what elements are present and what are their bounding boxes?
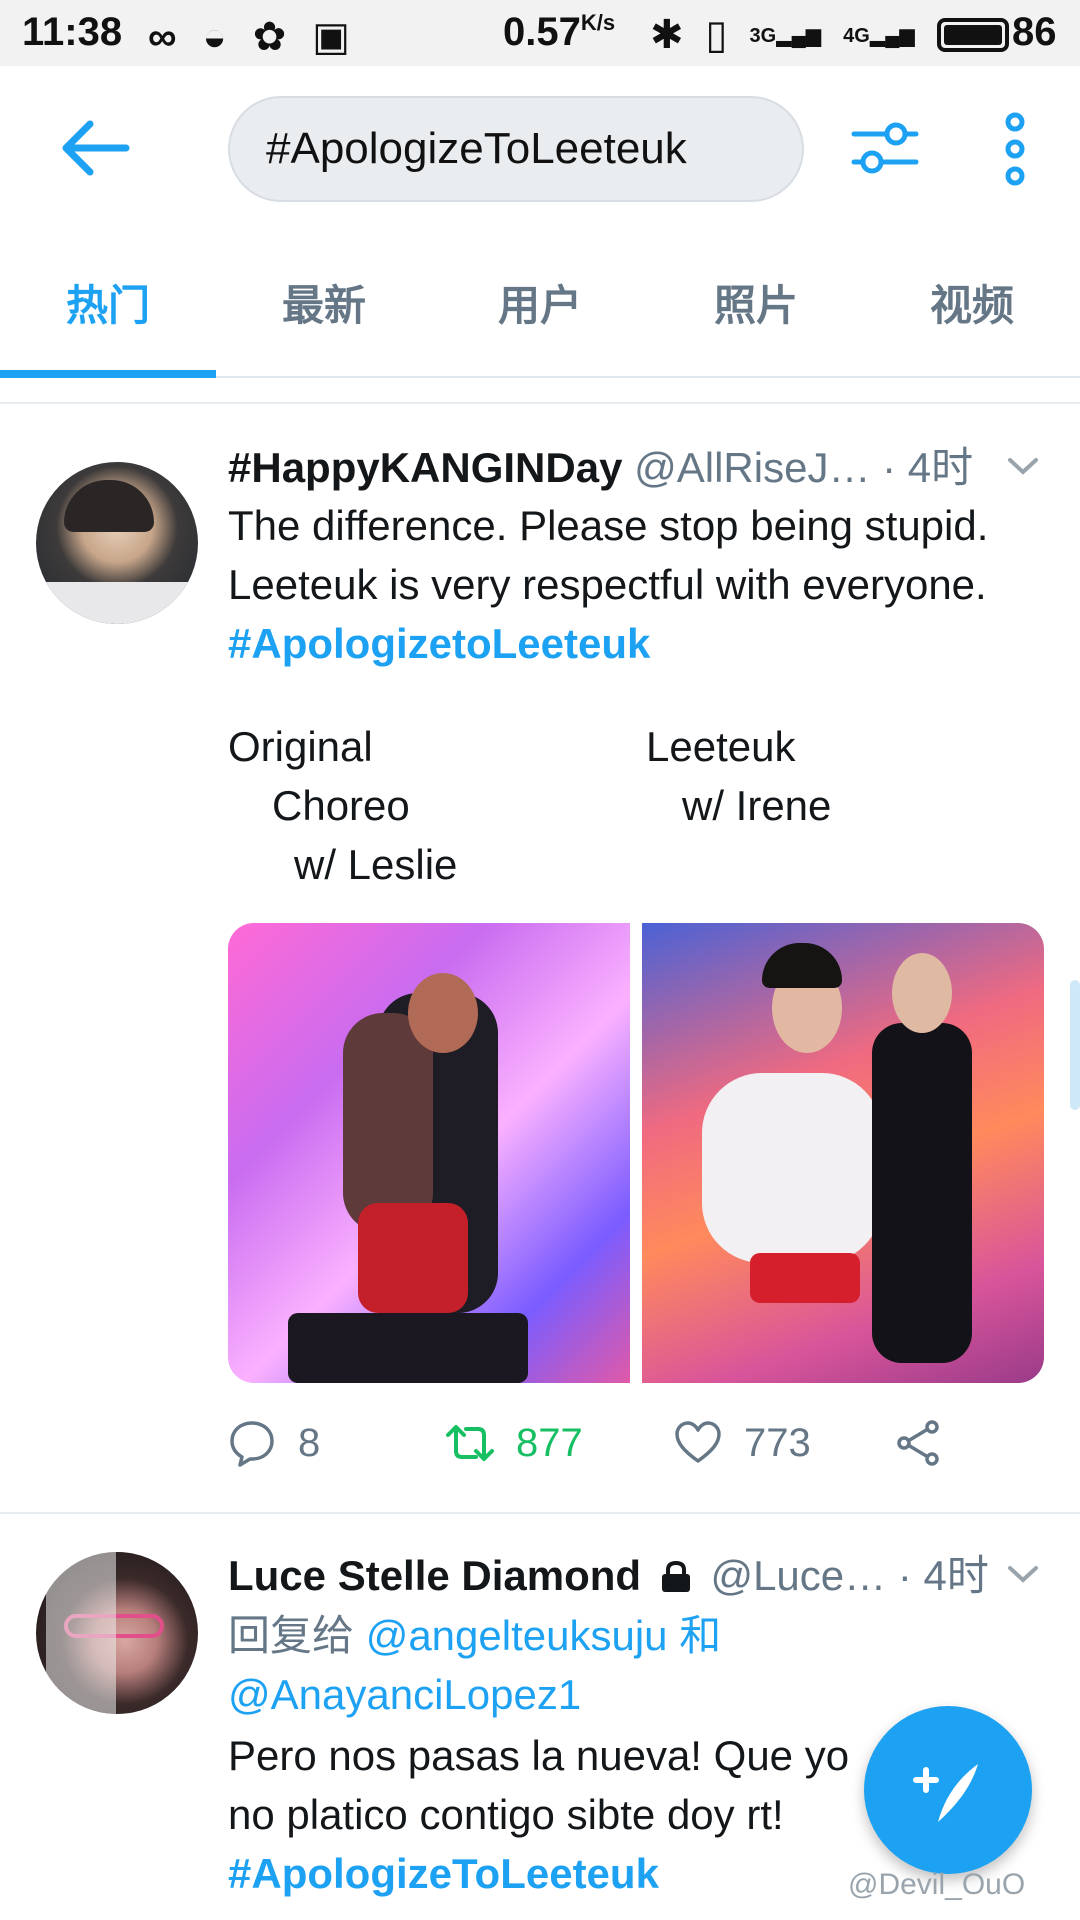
infinity-icon: ∞ [148,14,177,59]
reply-context: 回复给 @angelteuksuju 和 [228,1606,1048,1665]
lock-icon [659,1552,693,1592]
tab-latest[interactable]: 最新 [216,236,432,376]
tab-photos[interactable]: 照片 [648,236,864,376]
caption-text: Choreo [272,782,410,829]
divider [0,1512,1080,1514]
share-icon [897,1420,939,1466]
chevron-down-icon[interactable] [1006,454,1040,478]
tweet-caption: Original Choreo w/ Leslie Leeteuk w/ Ire… [228,717,1048,957]
reply-prefix: 回复给 [228,1612,355,1659]
signal-3g-icon: 3G▂▄▆ [749,24,822,47]
compose-tweet-button[interactable] [864,1706,1032,1874]
like-count: 773 [744,1420,811,1465]
tweet-author-handle: @Luce… [710,1552,887,1599]
face-icon: ◒ [202,14,227,59]
tab-people[interactable]: 用户 [432,236,648,376]
tweet-header: Luce Stelle Diamond @Luce… · 4时 [228,1548,1048,1604]
network-speed: 0.57K/s [503,10,616,54]
caption-text: Original [228,723,373,770]
tweet-author-name[interactable]: Luce Stelle Diamond [228,1552,641,1599]
tweet-time: · 4时 [882,444,974,491]
notification-icons: ∞ ◒ ✿ ▣ [148,14,350,60]
avatar[interactable] [36,462,198,624]
battery-icon [936,18,1009,52]
reply-count: 8 [298,1420,321,1465]
system-icons: ✱ ▯ 3G▂▄▆ 4G▂▄▆ [650,12,1009,58]
signal-4g-icon: 4G▂▄▆ [843,24,915,47]
tweet-text-line: Leeteuk is very respectful with everyone… [228,561,987,608]
caption-text: w/ Irene [682,782,832,829]
tweet-author-name[interactable]: #HappyKANGINDay [228,444,622,491]
tab-top[interactable]: 热门 [0,236,216,378]
like-button[interactable]: 773 [674,1419,811,1467]
chevron-down-icon[interactable] [1006,1562,1040,1586]
status-bar: 11:38 ∞ ◒ ✿ ▣ 0.57K/s ✱ ▯ 3G▂▄▆ 4G▂▄▆ 86 [0,0,1080,66]
battery-percent: 86 [1012,10,1057,54]
retweet-count: 877 [516,1420,583,1465]
avatar[interactable] [36,1552,198,1714]
divider [0,402,1080,404]
caption-text: w/ Leslie [294,841,458,888]
tweet-header: #HappyKANGINDay @AllRiseJ… · 4时 [228,440,1048,496]
tweet-hashtag[interactable]: #ApologizetoLeeteuk [228,614,1048,673]
heart-icon [675,1421,721,1463]
mention-link[interactable]: @angelteuksuju [366,1612,668,1659]
reply-icon [230,1421,274,1467]
tweet-text-line: The difference. Please stop being stupid… [228,502,989,549]
scrollbar[interactable] [1070,980,1080,1110]
tweet-photo[interactable] [228,923,630,1383]
tweet-photo[interactable] [642,923,1044,1383]
reply-connector: 和 [679,1612,722,1659]
bio-icon: ✿ [252,15,287,59]
compose-feather-icon [913,1764,978,1822]
search-input[interactable]: #ApologizeToLeeteuk [228,96,804,202]
ghost-icon: ▣ [312,15,350,59]
share-button[interactable] [894,1419,942,1467]
caption-text: Leeteuk [646,723,796,770]
tweet-media[interactable] [228,923,1044,1383]
retweet-icon [446,1425,494,1461]
more-options-icon[interactable] [1000,112,1030,186]
tab-videos[interactable]: 视频 [864,236,1080,376]
tweet-time: · 4时 [897,1552,989,1599]
status-time: 11:38 [22,10,123,54]
vibrate-icon: ▯ [705,13,728,57]
search-header: #ApologizeToLeeteuk [0,66,1080,236]
search-tabs: 热门 最新 用户 照片 视频 [0,236,1080,378]
tweet-actions: 8 877 773 [228,1383,1048,1503]
tweet-author-handle: @AllRiseJ… [634,444,871,491]
watermark: @Devil_OuO [848,1868,1026,1901]
filter-sliders-icon[interactable] [850,118,920,178]
reply-button[interactable]: 8 [228,1419,320,1467]
bluetooth-icon: ✱ [650,13,684,57]
retweet-button[interactable]: 877 [446,1419,583,1467]
back-arrow-icon[interactable] [60,118,130,178]
